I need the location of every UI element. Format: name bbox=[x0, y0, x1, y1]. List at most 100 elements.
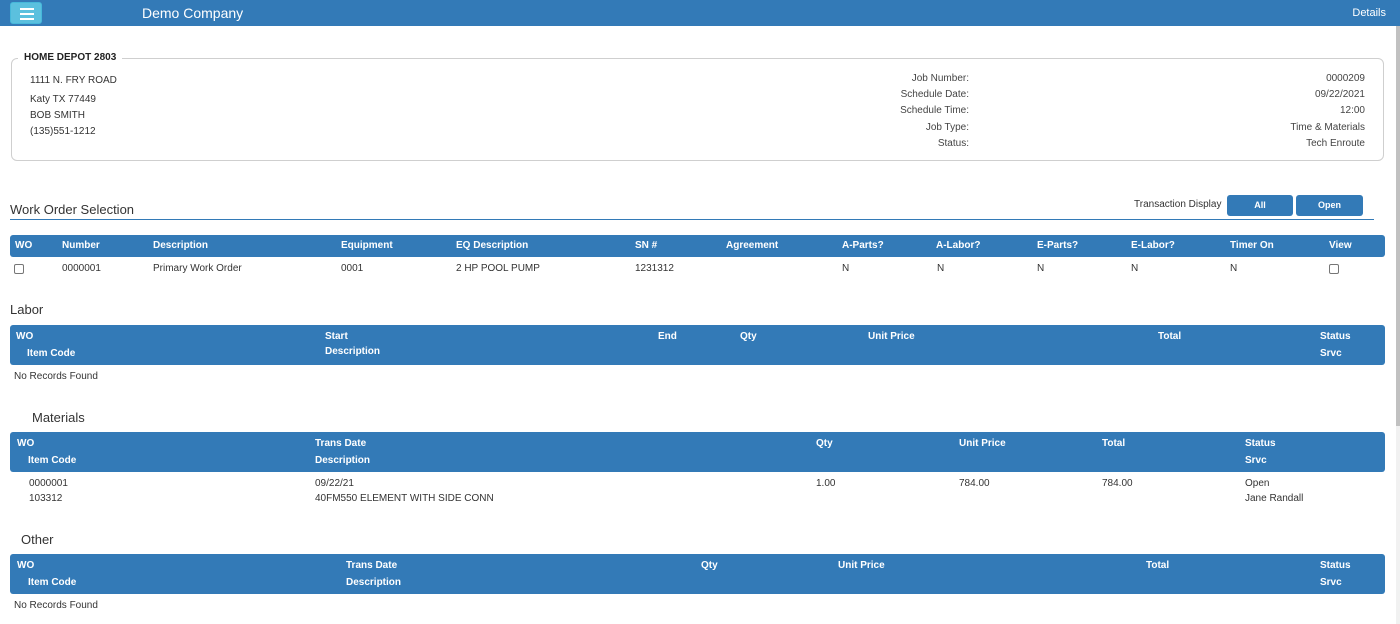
other-empty-message: No Records Found bbox=[14, 600, 98, 611]
wo-eq-description: 2 HP POOL PUMP bbox=[456, 263, 540, 274]
material-qty: 1.00 bbox=[816, 478, 836, 489]
scrollbar-thumb[interactable] bbox=[1396, 26, 1400, 426]
materials-col-total: Total bbox=[1102, 438, 1126, 449]
hamburger-icon-bar bbox=[20, 13, 34, 15]
material-item-code: 103312 bbox=[29, 493, 63, 504]
status-value: Tech Enroute bbox=[1306, 138, 1365, 149]
material-description: 40FM550 ELEMENT WITH SIDE CONN bbox=[315, 493, 494, 504]
other-col-qty: Qty bbox=[701, 560, 718, 571]
wo-sn: 1231312 bbox=[635, 263, 674, 274]
labor-col-total: Total bbox=[1158, 331, 1182, 342]
wo-number: 0000001 bbox=[62, 263, 101, 274]
job-type-label: Job Type: bbox=[925, 122, 969, 133]
customer-phone: (135)551-1212 bbox=[30, 126, 96, 137]
status-label: Status: bbox=[937, 138, 969, 149]
material-status: Open bbox=[1245, 478, 1270, 489]
schedule-time-value: 12:00 bbox=[1339, 105, 1365, 116]
other-table-header: WO Item Code Trans Date Description Qty … bbox=[10, 554, 1385, 594]
app-title: Demo Company bbox=[142, 5, 244, 21]
col-eq-description: EQ Description bbox=[456, 240, 529, 251]
labor-col-status: Status bbox=[1320, 331, 1351, 342]
other-title: Other bbox=[21, 532, 54, 547]
labor-title: Labor bbox=[10, 302, 44, 317]
job-number-value: 0000209 bbox=[1326, 73, 1365, 84]
section-divider bbox=[10, 219, 1374, 220]
materials-col-item-code: Item Code bbox=[28, 455, 77, 466]
customer-address-line1: 1111 N. FRY ROAD bbox=[30, 75, 117, 86]
labor-col-item-code: Item Code bbox=[27, 348, 76, 359]
material-unit-price: 784.00 bbox=[959, 478, 990, 489]
customer-contact: BOB SMITH bbox=[30, 110, 86, 121]
page-scrollbar[interactable] bbox=[1396, 26, 1400, 624]
materials-col-trans-date: Trans Date bbox=[315, 438, 367, 449]
col-timer-on: Timer On bbox=[1230, 240, 1274, 251]
job-number-label: Job Number: bbox=[911, 73, 969, 84]
filter-all-button[interactable]: All bbox=[1227, 195, 1293, 216]
other-col-description: Description bbox=[346, 577, 402, 588]
col-sn: SN # bbox=[635, 240, 658, 251]
other-col-status: Status bbox=[1320, 560, 1351, 571]
job-info-panel bbox=[11, 58, 1384, 161]
material-total: 784.00 bbox=[1102, 478, 1133, 489]
labor-col-qty: Qty bbox=[740, 331, 757, 342]
labor-empty-message: No Records Found bbox=[14, 371, 98, 382]
col-agreement: Agreement bbox=[726, 240, 779, 251]
top-navbar: Demo Company Details bbox=[0, 0, 1400, 26]
labor-col-start: Start bbox=[325, 331, 348, 342]
wo-select-checkbox[interactable] bbox=[14, 264, 24, 274]
transaction-display-label: Transaction Display bbox=[1134, 199, 1222, 210]
other-col-total: Total bbox=[1146, 560, 1170, 571]
wo-equipment: 0001 bbox=[341, 263, 364, 274]
wo-timer-on: N bbox=[1230, 263, 1238, 274]
schedule-date-label: Schedule Date: bbox=[900, 89, 969, 100]
menu-toggle-button[interactable] bbox=[10, 2, 42, 24]
other-col-wo: WO bbox=[17, 560, 35, 571]
materials-table-header: WO Item Code Trans Date Description Qty … bbox=[10, 432, 1385, 472]
materials-col-srvc: Srvc bbox=[1245, 455, 1267, 466]
hamburger-icon bbox=[20, 8, 34, 10]
materials-col-status: Status bbox=[1245, 438, 1276, 449]
wo-a-labor: N bbox=[937, 263, 945, 274]
col-description: Description bbox=[153, 240, 209, 251]
material-srvc: Jane Randall bbox=[1245, 493, 1304, 504]
col-a-labor: A-Labor? bbox=[936, 240, 981, 251]
details-link[interactable]: Details bbox=[1352, 7, 1386, 19]
customer-name: HOME DEPOT 2803 bbox=[18, 52, 123, 63]
col-equipment: Equipment bbox=[341, 240, 393, 251]
wo-a-parts: N bbox=[842, 263, 850, 274]
hamburger-icon-bar bbox=[20, 18, 34, 20]
col-number: Number bbox=[62, 240, 100, 251]
col-e-parts: E-Parts? bbox=[1037, 240, 1079, 251]
work-order-selection-title: Work Order Selection bbox=[10, 202, 135, 217]
material-wo: 0000001 bbox=[29, 478, 68, 489]
other-col-item-code: Item Code bbox=[28, 577, 77, 588]
other-col-trans-date: Trans Date bbox=[346, 560, 398, 571]
materials-col-qty: Qty bbox=[816, 438, 833, 449]
schedule-time-label: Schedule Time: bbox=[900, 105, 969, 116]
work-order-table-header: WO Number Description Equipment EQ Descr… bbox=[10, 235, 1385, 257]
col-wo: WO bbox=[15, 240, 33, 251]
customer-address-line2: Katy TX 77449 bbox=[30, 94, 96, 105]
material-trans-date: 09/22/21 bbox=[315, 478, 354, 489]
other-col-srvc: Srvc bbox=[1320, 577, 1342, 588]
wo-e-labor: N bbox=[1131, 263, 1139, 274]
labor-col-end: End bbox=[658, 331, 677, 342]
materials-col-wo: WO bbox=[17, 438, 35, 449]
wo-description: Primary Work Order bbox=[153, 263, 242, 274]
labor-col-unit-price: Unit Price bbox=[868, 331, 915, 342]
labor-col-srvc: Srvc bbox=[1320, 348, 1342, 359]
other-col-unit-price: Unit Price bbox=[838, 560, 885, 571]
materials-title: Materials bbox=[32, 410, 85, 425]
wo-view-checkbox[interactable] bbox=[1329, 264, 1339, 274]
col-a-parts: A-Parts? bbox=[842, 240, 884, 251]
filter-open-button[interactable]: Open bbox=[1296, 195, 1363, 216]
labor-col-description: Description bbox=[325, 346, 381, 357]
col-view: View bbox=[1329, 240, 1352, 251]
job-type-value: Time & Materials bbox=[1290, 122, 1365, 133]
materials-col-unit-price: Unit Price bbox=[959, 438, 1006, 449]
labor-table-header: WO Item Code Start Description End Qty U… bbox=[10, 325, 1385, 365]
col-e-labor: E-Labor? bbox=[1131, 240, 1175, 251]
schedule-date-value: 09/22/2021 bbox=[1314, 89, 1365, 100]
materials-col-description: Description bbox=[315, 455, 371, 466]
wo-e-parts: N bbox=[1037, 263, 1045, 274]
